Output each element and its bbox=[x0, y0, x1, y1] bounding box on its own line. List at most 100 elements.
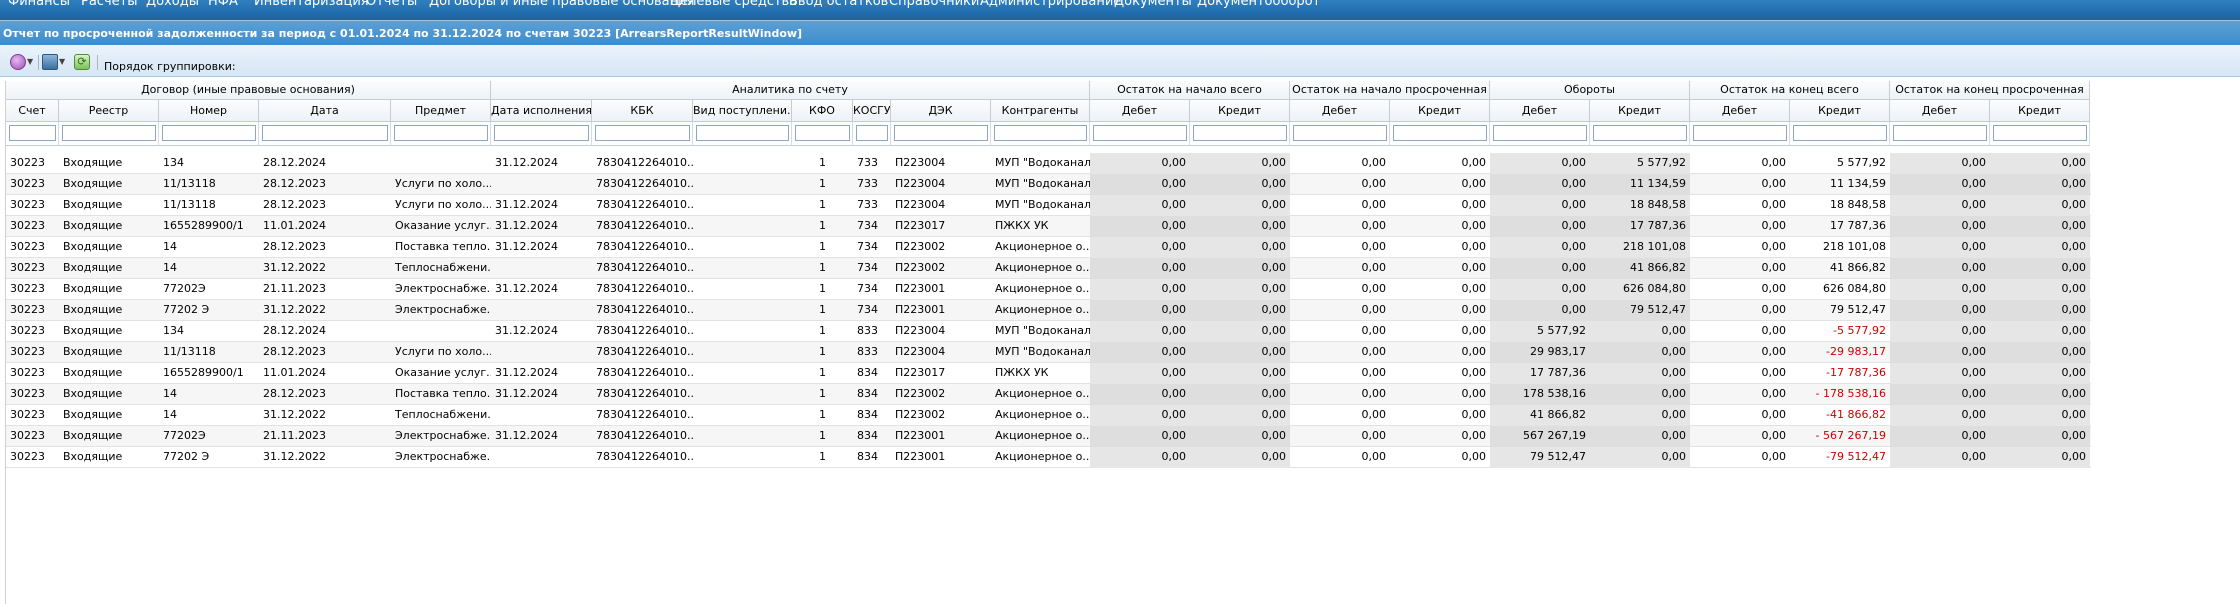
menu-item-reports[interactable]: Отчеты bbox=[366, 0, 417, 9]
table-row[interactable]: 30223 Входящие 77202 Э 31.12.2022 Электросна… bbox=[6, 300, 2091, 321]
cell-end-total-debit: 0,00 bbox=[1761, 387, 1787, 400]
cell-subject: Электроснабже... bbox=[395, 303, 491, 316]
column-header-number[interactable]: Номер bbox=[159, 100, 259, 122]
filter-input-number[interactable] bbox=[162, 125, 256, 141]
filter-input-income-type[interactable] bbox=[696, 125, 789, 141]
column-header-end-overdue-debit[interactable]: Дебет bbox=[1890, 100, 1990, 122]
column-header-begin-total-credit[interactable]: Кредит bbox=[1190, 100, 1290, 122]
table-row[interactable]: 30223 Входящие 77202Э 21.11.2023 Электроснаб… bbox=[6, 279, 2091, 300]
filter-input-end-overdue-debit[interactable] bbox=[1893, 125, 1987, 141]
menu-item-workflow[interactable]: Документооборот bbox=[1197, 0, 1320, 9]
table-row[interactable]: 30223 Входящие 14 31.12.2022 Теплоснабжени..… bbox=[6, 405, 2091, 426]
filter-input-begin-total-credit[interactable] bbox=[1193, 125, 1287, 141]
cell-account: 30223 bbox=[10, 177, 45, 190]
cell-kosgu: 833 bbox=[857, 345, 878, 358]
table-row[interactable]: 30223 Входящие 11/13118 28.12.2023 Услуги по… bbox=[6, 342, 2091, 363]
filter-input-begin-overdue-credit[interactable] bbox=[1393, 125, 1487, 141]
filter-input-end-overdue-credit[interactable] bbox=[1993, 125, 2087, 141]
filter-input-turnover-credit[interactable] bbox=[1593, 125, 1687, 141]
column-header-label: Дебет bbox=[1521, 104, 1558, 117]
menu-item-directories[interactable]: Справочники bbox=[889, 0, 979, 9]
cell-account: 30223 bbox=[10, 219, 45, 232]
table-row[interactable]: 30223 Входящие 77202Э 21.11.2023 Электроснаб… bbox=[6, 426, 2091, 447]
table-row[interactable]: 30223 Входящие 14 31.12.2022 Теплоснабжени..… bbox=[6, 258, 2091, 279]
cell-counterparty: Акционерное о... bbox=[995, 387, 1090, 400]
filter-input-due-date[interactable] bbox=[494, 125, 589, 141]
cell-end-overdue-credit: 0,00 bbox=[1990, 300, 2090, 321]
cell-begin-overdue-credit: 0,00 bbox=[1461, 303, 1487, 316]
column-header-kfo[interactable]: КФО bbox=[792, 100, 853, 122]
filter-input-begin-overdue-debit[interactable] bbox=[1293, 125, 1387, 141]
column-header-begin-overdue-debit[interactable]: Дебет bbox=[1290, 100, 1390, 122]
column-header-income-type[interactable]: Вид поступлени... bbox=[693, 100, 792, 122]
filter-input-kosgu[interactable] bbox=[856, 125, 888, 141]
filter-input-kbk[interactable] bbox=[595, 125, 690, 141]
cell-due-date: 31.12.2024 bbox=[495, 219, 558, 232]
cell-subject: Электроснабже... bbox=[395, 450, 491, 463]
column-header-begin-overdue-credit[interactable]: Кредит bbox=[1390, 100, 1490, 122]
column-header-end-total-debit[interactable]: Дебет bbox=[1690, 100, 1790, 122]
cell-end-overdue-credit: 0,00 bbox=[1990, 153, 2090, 174]
menu-item-nfa[interactable]: НФА bbox=[208, 0, 238, 9]
table-row[interactable]: 30223 Входящие 1655289900/1 11.01.2024 Оказа… bbox=[6, 216, 2091, 237]
column-header-due-date[interactable]: Дата исполнения bbox=[491, 100, 592, 122]
column-header-subject[interactable]: Предмет bbox=[391, 100, 491, 122]
menu-item-balance-input[interactable]: Ввод остатков bbox=[789, 0, 888, 9]
table-row[interactable]: 30223 Входящие 134 28.12.2024 31.12.2024 7830… bbox=[6, 321, 2091, 342]
cell-begin-overdue-credit: 0,00 bbox=[1461, 219, 1487, 232]
column-header-label: Дебет bbox=[1121, 104, 1158, 117]
cell-begin-overdue-credit: 0,00 bbox=[1461, 198, 1487, 211]
table-row[interactable]: 30223 Входящие 11/13118 28.12.2023 Услуги по… bbox=[6, 195, 2091, 216]
add-menu-icon bbox=[10, 54, 26, 70]
filter-input-account[interactable] bbox=[9, 125, 56, 141]
column-header-account[interactable]: Счет bbox=[6, 100, 59, 122]
filter-input-dek[interactable] bbox=[894, 125, 988, 141]
column-header-end-total-credit[interactable]: Кредит bbox=[1790, 100, 1890, 122]
filter-input-counterparty[interactable] bbox=[994, 125, 1087, 141]
column-header-begin-total-debit[interactable]: Дебет bbox=[1090, 100, 1190, 122]
refresh-button[interactable]: ⟳ bbox=[74, 54, 91, 71]
filter-input-subject[interactable] bbox=[394, 125, 488, 141]
add-menu-button[interactable]: ▼ bbox=[10, 54, 36, 71]
table-row[interactable]: 30223 Входящие 1655289900/1 11.01.2024 Оказа… bbox=[6, 363, 2091, 384]
filter-input-turnover-debit[interactable] bbox=[1493, 125, 1587, 141]
table-row[interactable]: 30223 Входящие 14 28.12.2023 Поставка тепло.… bbox=[6, 384, 2091, 405]
menu-item-documents[interactable]: Документы bbox=[1114, 0, 1192, 9]
menu-item-income[interactable]: Доходы bbox=[146, 0, 199, 9]
column-header-kbk[interactable]: КБК bbox=[592, 100, 693, 122]
column-header-kosgu[interactable]: КОСГУ bbox=[853, 100, 891, 122]
cell-end-overdue-debit: 0,00 bbox=[1890, 342, 1990, 363]
column-header-counterparty[interactable]: Контрагенты bbox=[991, 100, 1090, 122]
cell-end-total-credit: 17 787,36 bbox=[1830, 219, 1886, 232]
menu-item-contracts[interactable]: Договоры и иные правовые основания bbox=[429, 0, 694, 9]
filter-input-begin-total-debit[interactable] bbox=[1093, 125, 1187, 141]
filter-input-date[interactable] bbox=[262, 125, 388, 141]
menu-item-inventory[interactable]: Инвентаризация bbox=[254, 0, 369, 9]
column-header-date[interactable]: Дата bbox=[259, 100, 391, 122]
print-menu-button[interactable]: ▼ bbox=[42, 54, 68, 71]
column-header-registry[interactable]: Реестр bbox=[59, 100, 159, 122]
table-row[interactable]: 30223 Входящие 77202 Э 31.12.2022 Электросна… bbox=[6, 447, 2091, 468]
table-row[interactable]: 30223 Входящие 11/13118 28.12.2023 Услуги по… bbox=[6, 174, 2091, 195]
column-header-end-overdue-credit[interactable]: Кредит bbox=[1990, 100, 2090, 122]
filter-cell-counterparty bbox=[991, 122, 1090, 146]
table-row[interactable]: 30223 Входящие 134 28.12.2024 31.12.2024 7830… bbox=[6, 153, 2091, 174]
menu-item-finance[interactable]: Финансы bbox=[8, 0, 70, 9]
column-header-turnover-debit[interactable]: Дебет bbox=[1490, 100, 1590, 122]
cell-end-overdue-debit: 0,00 bbox=[1890, 447, 1990, 468]
filter-input-registry[interactable] bbox=[62, 125, 156, 141]
column-header-dek[interactable]: ДЭК bbox=[891, 100, 991, 122]
column-header-label: КОСГУ bbox=[853, 104, 891, 117]
filter-cell-turnover-debit bbox=[1490, 122, 1590, 146]
menu-item-target-funds[interactable]: Целевые средства bbox=[670, 0, 797, 9]
filter-input-end-total-credit[interactable] bbox=[1793, 125, 1887, 141]
cell-date: 31.12.2022 bbox=[263, 450, 326, 463]
menu-item-payments[interactable]: Расчеты bbox=[81, 0, 137, 9]
filter-input-end-total-debit[interactable] bbox=[1693, 125, 1787, 141]
menu-item-administration[interactable]: Администрирование bbox=[980, 0, 1121, 9]
group-header-label: Договор (иные правовые основания) bbox=[141, 83, 355, 96]
cell-income-type bbox=[693, 426, 792, 447]
column-header-turnover-credit[interactable]: Кредит bbox=[1590, 100, 1690, 122]
filter-input-kfo[interactable] bbox=[795, 125, 850, 141]
table-row[interactable]: 30223 Входящие 14 28.12.2023 Поставка тепло.… bbox=[6, 237, 2091, 258]
